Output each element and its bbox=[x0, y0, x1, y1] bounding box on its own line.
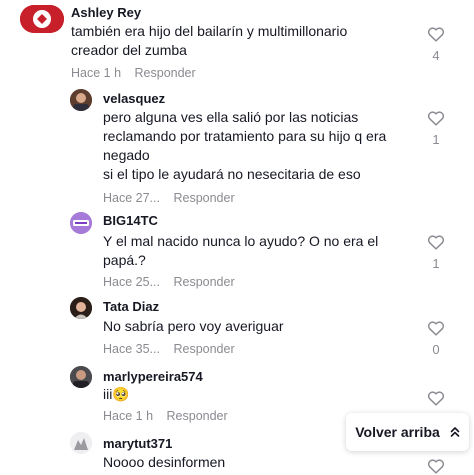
heart-outline-icon bbox=[427, 459, 445, 474]
comment-item: Tata Diaz No sabría pero voy averiguar H… bbox=[0, 296, 474, 366]
reply-button[interactable]: Responder bbox=[135, 66, 196, 80]
comment-text: No sabría pero voy averiguar bbox=[103, 318, 284, 334]
comment-username[interactable]: BIG14TC bbox=[103, 213, 158, 228]
comment-meta: Hace 27... Responder bbox=[103, 191, 235, 205]
avatar[interactable] bbox=[70, 212, 92, 234]
avatar-logo-icon bbox=[20, 5, 64, 33]
comment-username[interactable]: marlypereira574 bbox=[103, 369, 203, 384]
like-button[interactable] bbox=[423, 458, 449, 474]
double-chevron-up-icon bbox=[450, 427, 460, 437]
heart-outline-icon bbox=[427, 235, 445, 250]
comment-time: Hace 27... bbox=[103, 191, 160, 205]
like-count: 1 bbox=[432, 256, 440, 271]
avatar[interactable] bbox=[20, 5, 64, 33]
avatar-photo-icon bbox=[70, 366, 92, 388]
comment-text: pero alguna ves ella salió por las notic… bbox=[103, 109, 387, 182]
like-count: 0 bbox=[432, 342, 440, 357]
back-to-top-button[interactable]: Volver arriba bbox=[346, 413, 469, 451]
heart-outline-icon bbox=[427, 27, 445, 42]
comment-text: Noooo desinformen bbox=[103, 454, 226, 470]
avatar-photo-icon bbox=[70, 297, 92, 319]
reply-button[interactable]: Responder bbox=[173, 275, 234, 289]
like-button[interactable]: 1 bbox=[423, 110, 449, 147]
comment-time: Hace 1 h bbox=[71, 66, 122, 80]
heart-outline-icon bbox=[427, 321, 445, 336]
reply-button[interactable]: Responder bbox=[167, 409, 228, 423]
avatar[interactable] bbox=[70, 89, 92, 111]
like-button[interactable]: 4 bbox=[423, 26, 449, 63]
comment-time: Hace 25... bbox=[103, 275, 160, 289]
avatar[interactable] bbox=[70, 297, 92, 319]
like-count: 4 bbox=[432, 48, 440, 63]
comment-time: Hace 35... bbox=[103, 342, 160, 356]
reply-button[interactable]: Responder bbox=[173, 191, 234, 205]
heart-outline-icon bbox=[427, 391, 445, 406]
avatar[interactable] bbox=[70, 432, 92, 454]
avatar[interactable] bbox=[70, 366, 92, 388]
avatar-photo-icon bbox=[70, 432, 92, 454]
reply-button[interactable]: Responder bbox=[173, 342, 234, 356]
comment-meta: Hace 1 h Responder bbox=[71, 66, 196, 80]
like-button[interactable]: 0 bbox=[423, 320, 449, 357]
comment-item: BIG14TC Y el mal nacido nunca lo ayudo? … bbox=[0, 208, 474, 296]
comment-meta: Hace 1 h Responder bbox=[103, 409, 228, 423]
comment-text: también era hijo del bailarín y multimil… bbox=[71, 23, 348, 58]
comment-text: Y el mal nacido nunca lo ayudo? O no era… bbox=[103, 233, 379, 268]
back-to-top-label: Volver arriba bbox=[355, 424, 440, 440]
avatar-logo-icon bbox=[70, 212, 92, 234]
comment-meta: Hace 25... Responder bbox=[103, 275, 235, 289]
heart-outline-icon bbox=[427, 111, 445, 126]
like-count: 1 bbox=[432, 132, 440, 147]
comment-item: Ashley Rey también era hijo del bailarín… bbox=[0, 0, 474, 88]
comment-text: iii🥺 bbox=[103, 386, 130, 402]
comment-username[interactable]: Tata Diaz bbox=[103, 299, 159, 314]
avatar-photo-icon bbox=[70, 89, 92, 111]
comment-username[interactable]: Ashley Rey bbox=[71, 5, 141, 20]
comment-time: Hace 1 h bbox=[103, 409, 154, 423]
comment-username[interactable]: velasquez bbox=[103, 91, 165, 106]
comment-item: velasquez pero alguna ves ella salió por… bbox=[0, 88, 474, 208]
like-button[interactable]: 1 bbox=[423, 234, 449, 271]
comment-username[interactable]: marytut371 bbox=[103, 436, 172, 451]
comment-meta: Hace 35... Responder bbox=[103, 342, 235, 356]
